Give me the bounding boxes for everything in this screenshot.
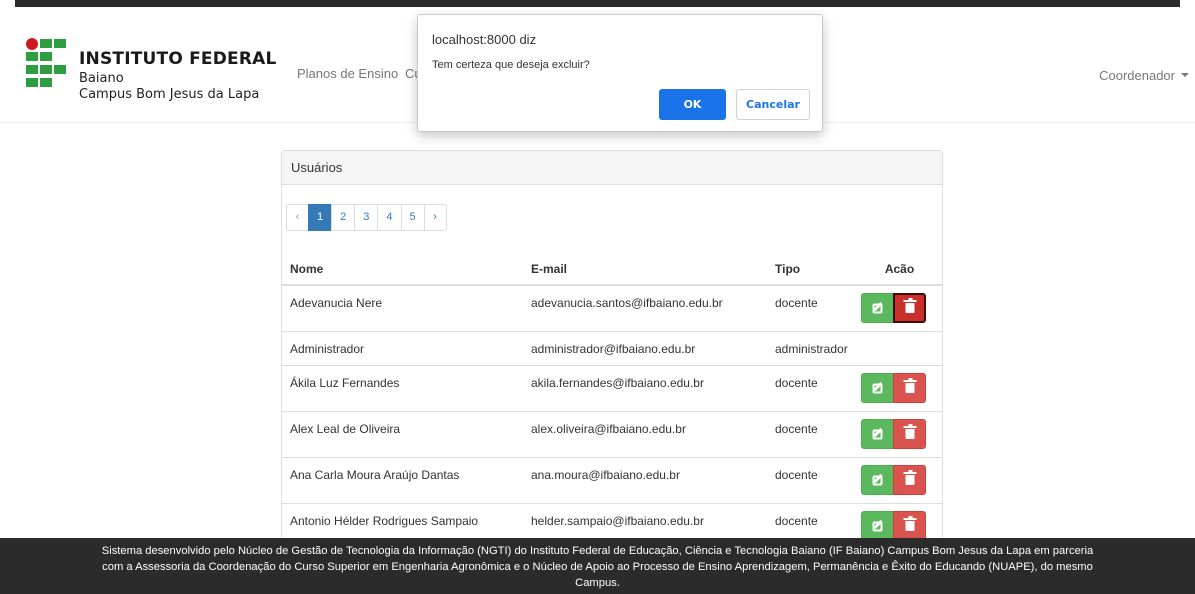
brand-subtitle: Baiano Campus Bom Jesus da Lapa [79,71,259,103]
table-row: Alex Leal de Oliveira alex.oliveira@ifba… [282,410,942,457]
cell-tipo: docente [767,284,857,331]
edit-icon [872,301,883,314]
pagination-next[interactable]: › [423,204,447,231]
pagination: ‹ 1 2 3 4 5 › [286,204,447,231]
ok-button[interactable]: OK [659,89,726,120]
cell-email: akila.fernandes@ifbaiano.edu.br [523,364,767,411]
edit-icon [872,381,883,393]
cell-tipo: docente [767,364,857,411]
logo-red-dot [26,38,38,50]
cancel-button[interactable]: Cancelar [736,89,810,120]
brand-line-2: Campus Bom Jesus da Lapa [79,87,260,102]
column-header-nome: Nome [282,254,523,286]
trash-icon [903,298,917,313]
pagination-page-1[interactable]: 1 [308,204,333,231]
delete-button[interactable] [893,372,927,403]
edit-icon [872,473,883,485]
table-header-row: Nome E-mail Tipo Acão [282,254,942,286]
top-bar [15,0,1180,7]
table-row: Administrador administrador@ifbaiano.edu… [282,330,942,365]
column-header-email: E-mail [523,254,767,286]
cell-tipo: docente [767,456,857,503]
cell-tipo: administrador [767,330,857,365]
dialog-title: localhost:8000 diz [432,32,537,47]
cell-nome: Ana Carla Moura Araújo Dantas [282,456,523,503]
trash-icon [903,377,917,393]
confirm-dialog: localhost:8000 diz Tem certeza que desej… [417,14,823,132]
panel-heading: Usuários [282,151,942,185]
caret-down-icon [1181,72,1189,77]
edit-button[interactable] [861,372,894,403]
edit-button[interactable] [861,510,894,541]
cell-email: ana.moura@ifbaiano.edu.br [523,456,767,503]
delete-button[interactable] [893,418,927,449]
edit-button[interactable] [861,464,894,495]
users-panel: Usuários ‹ 1 2 3 4 5 › Nome E-mail Tipo … [281,150,943,550]
edit-button[interactable] [861,418,894,449]
dialog-message: Tem certeza que deseja excluir? [432,59,590,71]
users-table: Nome E-mail Tipo Acão Adevanucia Nere ad… [282,254,942,549]
cell-email: alex.oliveira@ifbaiano.edu.br [523,410,767,457]
delete-button[interactable] [893,510,927,541]
edit-icon [872,519,883,531]
brand-line-1: Baiano [79,71,124,86]
if-logo[interactable] [26,38,70,98]
trash-icon [903,423,917,439]
user-menu-label: Coordenador [1099,68,1175,83]
pagination-page-3[interactable]: 3 [354,204,379,231]
pagination-prev[interactable]: ‹ [286,204,309,231]
delete-button[interactable] [893,464,927,495]
footer: Sistema desenvolvido pelo Núcleo de Gest… [0,538,1195,594]
footer-text: Sistema desenvolvido pelo Núcleo de Gest… [101,545,1094,589]
column-header-tipo: Tipo [767,254,857,286]
cell-actions [857,330,942,365]
cell-nome: Adevanucia Nere [282,284,523,331]
cell-nome: Alex Leal de Oliveira [282,410,523,457]
cell-nome: Ákila Luz Fernandes [282,364,523,411]
pagination-page-2[interactable]: 2 [331,204,356,231]
cell-email: adevanucia.santos@ifbaiano.edu.br [523,284,767,331]
table-row: Ana Carla Moura Araújo Dantas ana.moura@… [282,456,942,503]
brand-title: INSTITUTO FEDERAL [79,49,277,69]
cell-email: administrador@ifbaiano.edu.br [523,330,767,365]
cell-tipo: docente [767,410,857,457]
edit-icon [872,427,883,439]
trash-icon [903,515,917,531]
table-row: Ákila Luz Fernandes akila.fernandes@ifba… [282,364,942,411]
column-header-acao: Acão [857,254,942,286]
cell-nome: Administrador [282,330,523,365]
cell-actions [857,364,942,411]
nav-link-planos-de-ensino[interactable]: Planos de Ensino [297,66,398,81]
cell-actions [857,456,942,503]
table-row: Adevanucia Nere adevanucia.santos@ifbaia… [282,284,942,331]
edit-button[interactable] [861,293,894,323]
pagination-page-5[interactable]: 5 [400,204,425,231]
cell-actions [857,410,942,457]
pagination-page-4[interactable]: 4 [377,204,402,231]
trash-icon [903,469,917,485]
cell-actions [857,284,942,331]
user-menu[interactable]: Coordenador [1099,68,1189,83]
delete-button[interactable] [893,293,927,323]
